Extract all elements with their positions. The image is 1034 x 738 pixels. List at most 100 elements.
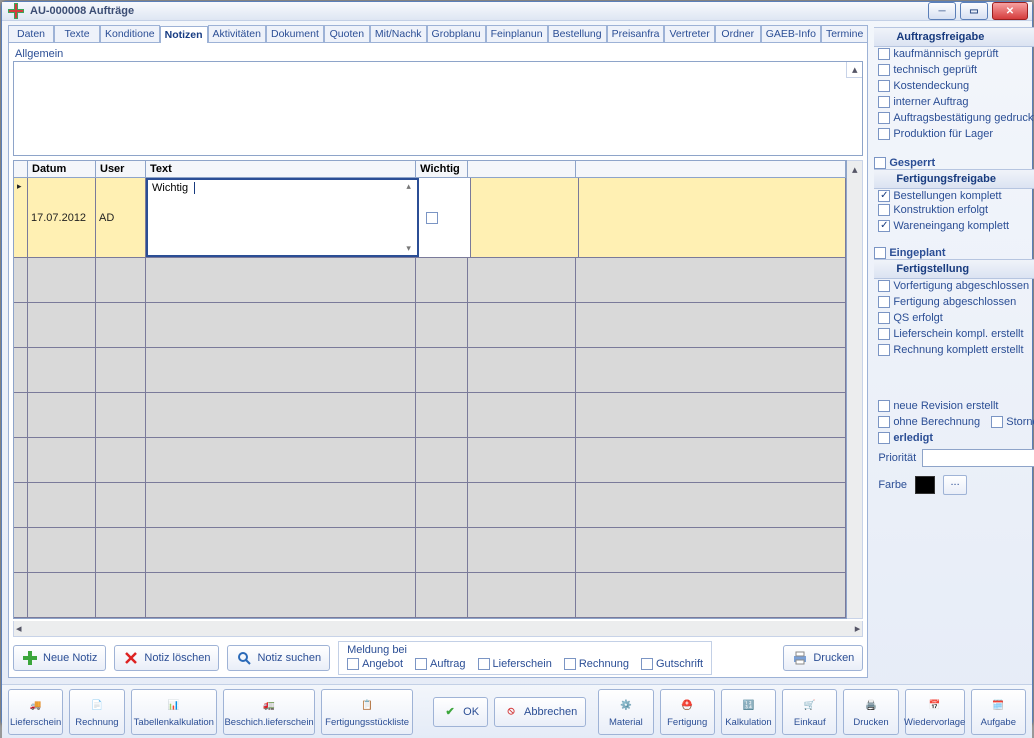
helmet-icon: ⛑️ <box>677 696 697 716</box>
chk-vorfertigung[interactable]: Vorfertigung abgeschlossen <box>874 279 1033 293</box>
minimize-button[interactable]: ─ <box>928 2 956 20</box>
chk-prod-lager[interactable]: Produktion für Lager <box>874 127 997 141</box>
col-marker <box>14 161 28 177</box>
tab-aktivitaeten[interactable]: Aktivitäten <box>208 25 266 42</box>
cart-icon: 🛒 <box>800 696 820 716</box>
chk-wareneingang-komplett[interactable]: Wareneingang komplett <box>874 219 1013 233</box>
neue-notiz-button[interactable]: Neue Notiz <box>13 645 106 671</box>
tab-dokument[interactable]: Dokument <box>266 25 324 42</box>
cell-text-editor[interactable]: Wichtig ▴▾ <box>146 178 419 257</box>
col-wichtig[interactable]: Wichtig <box>416 161 468 177</box>
cell-text-scroll[interactable]: ▴▾ <box>402 181 416 254</box>
ok-button[interactable]: ✔OK <box>433 697 488 727</box>
notiz-loeschen-button[interactable]: Notiz löschen <box>114 645 219 671</box>
drucken-label: Drucken <box>813 652 854 664</box>
tab-texte[interactable]: Texte <box>54 25 100 42</box>
farbe-swatch <box>915 476 935 494</box>
calendar-icon: 📅 <box>925 696 945 716</box>
farbe-picker-button[interactable]: ... <box>943 475 967 495</box>
table-row[interactable]: 17.07.2012 AD Wichtig ▴▾ <box>14 178 846 258</box>
chk-lieferschein-erstellt[interactable]: Lieferschein kompl. erstellt <box>874 327 1027 341</box>
titlebar: AU-000008 Aufträge ─ ▭ ✕ <box>2 2 1032 21</box>
cell-wichtig[interactable] <box>419 178 471 257</box>
chk-tech-geprueft[interactable]: technisch geprüft <box>874 63 981 77</box>
tab-grobplanu[interactable]: Grobplanu <box>427 25 486 42</box>
chk-erledigt[interactable]: erledigt <box>874 431 937 445</box>
chk-eingeplant[interactable]: Eingeplant <box>874 247 1034 259</box>
tab-vertreter[interactable]: Vertreter <box>664 25 714 42</box>
btn-fertigung[interactable]: ⛑️Fertigung <box>660 689 715 735</box>
cell-datum[interactable]: 17.07.2012 <box>28 178 96 257</box>
grid-vscroll[interactable]: ▴ <box>847 160 863 619</box>
col-datum[interactable]: Datum <box>28 161 96 177</box>
tab-preisanfra[interactable]: Preisanfra <box>607 25 665 42</box>
meldung-gutschrift[interactable]: Gutschrift <box>641 658 703 670</box>
close-button[interactable]: ✕ <box>992 2 1028 20</box>
meldung-auftrag[interactable]: Auftrag <box>415 658 465 670</box>
calc-icon: 🔢 <box>738 696 758 716</box>
btn-drucken-bottom[interactable]: 🖨️Drucken <box>843 689 898 735</box>
tab-feinplanun[interactable]: Feinplanun <box>486 25 548 42</box>
chk-ab-gedruckt[interactable]: Auftragsbestätigung gedruckt <box>874 111 1034 125</box>
tabs: Daten Texte Konditione Notizen Aktivität… <box>8 25 868 43</box>
btn-rechnung[interactable]: 📄Rechnung <box>69 689 124 735</box>
chk-bestellungen-komplett[interactable]: Bestellungen komplett <box>874 189 1005 203</box>
tab-mitnachk[interactable]: Mit/Nachk <box>370 25 427 42</box>
notiz-suchen-button[interactable]: Notiz suchen <box>227 645 330 671</box>
tab-bestellung[interactable]: Bestellung <box>548 25 607 42</box>
abbrechen-button[interactable]: ⦸Abbrechen <box>494 697 586 727</box>
col-user[interactable]: User <box>96 161 146 177</box>
drucken-button[interactable]: Drucken <box>783 645 863 671</box>
btn-kalkulation[interactable]: 🔢Kalkulation <box>721 689 776 735</box>
invoice-icon: 📄 <box>87 696 107 716</box>
chk-fertigung-abgeschl[interactable]: Fertigung abgeschlossen <box>874 295 1020 309</box>
scroll-up-icon[interactable]: ▴ <box>846 62 862 78</box>
tab-ordner[interactable]: Ordner <box>715 25 761 42</box>
col-text[interactable]: Text <box>146 161 416 177</box>
maximize-button[interactable]: ▭ <box>960 2 988 20</box>
list-icon: 📋 <box>357 696 377 716</box>
btn-lieferschein[interactable]: 🚚Lieferschein <box>8 689 63 735</box>
btn-wiedervorlage[interactable]: 📅Wiedervorlage <box>905 689 965 735</box>
head-auftragsfreigabe: Auftragsfreigabe <box>874 27 1034 47</box>
grid-hscroll[interactable]: ◂▸ <box>13 621 863 637</box>
chk-rechnung-erstellt[interactable]: Rechnung komplett erstellt <box>874 343 1027 357</box>
cell-wichtig-checkbox[interactable] <box>426 212 438 224</box>
chk-kaufm-geprueft[interactable]: kaufmännisch geprüft <box>874 47 1002 61</box>
chk-interner-auftrag[interactable]: interner Auftrag <box>874 95 972 109</box>
cell-blank1 <box>471 178 579 257</box>
print-icon <box>792 650 808 666</box>
btn-beschich-lieferschein[interactable]: 🚛Beschich.lieferschein <box>223 689 315 735</box>
chk-ohne-berechnung[interactable]: ohne Berechnung <box>874 415 984 429</box>
tab-gaeb-info[interactable]: GAEB-Info <box>761 25 821 42</box>
meldung-lieferschein[interactable]: Lieferschein <box>478 658 552 670</box>
check-icon: ✔ <box>442 704 458 720</box>
meldung-bei-box: Meldung bei Angebot Auftrag Lieferschein… <box>338 641 712 675</box>
cell-user[interactable]: AD <box>96 178 146 257</box>
notiz-loeschen-label: Notiz löschen <box>144 652 210 664</box>
btn-material[interactable]: ⚙️Material <box>598 689 653 735</box>
chk-kostendeckung[interactable]: Kostendeckung <box>874 79 973 93</box>
btn-tabellenkalkulation[interactable]: 📊Tabellenkalkulation <box>131 689 218 735</box>
neue-notiz-label: Neue Notiz <box>43 652 97 664</box>
prioritaet-input[interactable] <box>922 449 1034 467</box>
chk-gesperrt[interactable]: Gesperrt <box>874 157 1034 169</box>
meldung-rechnung[interactable]: Rechnung <box>564 658 629 670</box>
chk-qs-erfolgt[interactable]: QS erfolgt <box>874 311 947 325</box>
tab-konditione[interactable]: Konditione <box>100 25 160 42</box>
btn-aufgabe[interactable]: 🗓️Aufgabe <box>971 689 1026 735</box>
tab-quoten[interactable]: Quoten <box>324 25 370 42</box>
tab-termine[interactable]: Termine <box>821 25 868 42</box>
tab-notizen[interactable]: Notizen <box>160 26 208 43</box>
btn-fertigungsstueckliste[interactable]: 📋Fertigungsstückliste <box>321 689 413 735</box>
tab-daten[interactable]: Daten <box>8 25 54 42</box>
chk-konstruktion-erfolgt[interactable]: Konstruktion erfolgt <box>874 203 992 217</box>
app-icon <box>8 3 24 19</box>
allgemein-input[interactable] <box>14 62 862 155</box>
btn-einkauf[interactable]: 🛒Einkauf <box>782 689 837 735</box>
meldung-angebot[interactable]: Angebot <box>347 658 403 670</box>
chk-storno[interactable]: Storno <box>987 415 1034 429</box>
allgemein-input-box[interactable]: ▴ <box>13 61 863 156</box>
chk-neue-revision[interactable]: neue Revision erstellt <box>874 399 1002 413</box>
grid-header: Datum User Text Wichtig <box>14 161 846 178</box>
